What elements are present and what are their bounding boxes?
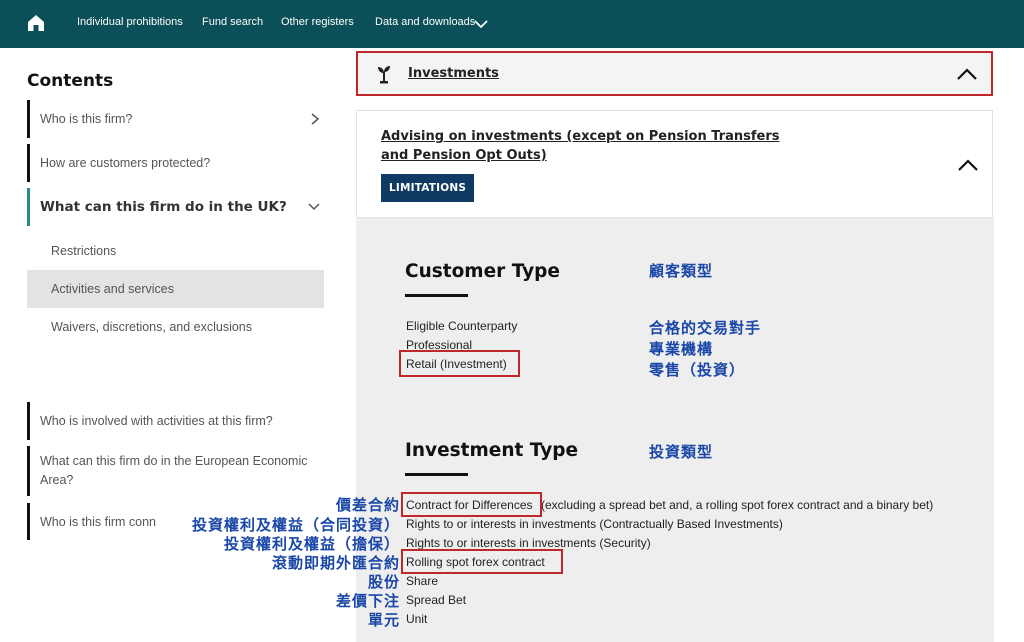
nav-individual-prohibitions[interactable]: Individual prohibitions — [77, 16, 183, 28]
sidebar-subitem-waivers[interactable]: Waivers, discretions, and exclusions — [27, 308, 324, 346]
annotation-investment-row: 滾動即期外匯合約 — [271, 554, 400, 572]
nav-other-registers[interactable]: Other registers — [281, 16, 354, 28]
highlight-box-cfd — [401, 492, 542, 517]
sidebar-item-label: Who is involved with activities at this … — [40, 414, 273, 428]
investment-type-heading: Investment Type — [405, 440, 579, 461]
sidebar-item-customers-protected[interactable]: How are customers protected? — [27, 144, 324, 182]
customer-type-row: Eligible Counterparty — [406, 319, 518, 333]
investment-type-row: Unit — [406, 612, 428, 626]
investments-title: Investments — [408, 66, 499, 81]
sidebar-subitem-restrictions[interactable]: Restrictions — [27, 232, 324, 270]
chevron-down-icon[interactable] — [474, 18, 488, 30]
sidebar-item-what-can-firm-do-uk[interactable]: What can this firm do in the UK? — [27, 188, 324, 226]
investment-type-row: Share — [406, 574, 439, 588]
nav-data-and-downloads[interactable]: Data and downloads — [375, 16, 475, 28]
highlight-box-retail — [399, 350, 520, 377]
annotation-investment-row: 差價下注 — [335, 592, 400, 610]
sidebar-item-label: Who is this firm conn — [40, 514, 157, 529]
annotation-investment-row: 投資權利及權益（擔保） — [223, 535, 400, 553]
sidebar-item-label: What can this firm do in the European Ec… — [40, 454, 308, 487]
annotation-investment-type: 投資類型 — [649, 443, 714, 461]
investments-accordion-header[interactable]: Investments — [356, 51, 993, 96]
annotation-customer-type: 顧客類型 — [649, 262, 714, 280]
advising-accordion[interactable]: Advising on investments (except on Pensi… — [356, 110, 993, 218]
annotation-investment-row: 投資權利及權益（合同投資） — [191, 516, 400, 534]
chevron-up-icon[interactable] — [957, 158, 979, 172]
investment-type-row: Rights to or interests in investments (S… — [406, 536, 651, 550]
sidebar-item-who-is-involved[interactable]: Who is involved with activities at this … — [27, 402, 324, 440]
investment-type-row-qualifier: (excluding a spread bet and, a rolling s… — [541, 498, 934, 512]
contents-heading: Contents — [27, 71, 114, 91]
chevron-right-icon — [311, 113, 320, 125]
sidebar-item-label: How are customers protected? — [40, 156, 211, 170]
chevron-up-icon[interactable] — [956, 67, 978, 81]
home-icon[interactable] — [26, 13, 46, 33]
sidebar-item-european-economic-area[interactable]: What can this firm do in the European Ec… — [27, 446, 324, 496]
nav-fund-search[interactable]: Fund search — [202, 16, 263, 28]
sidebar-subitem-activities-and-services[interactable]: Activities and services — [27, 270, 324, 308]
sprout-icon — [378, 66, 390, 84]
annotation-customer-row: 專業機構 — [649, 340, 714, 358]
annotation-investment-row: 股份 — [367, 573, 400, 591]
annotation-investment-row: 單元 — [367, 611, 400, 629]
annotation-customer-row: 零售（投資） — [649, 361, 746, 379]
investment-type-row: Rights to or interests in investments (C… — [406, 517, 783, 531]
limitations-badge[interactable]: LIMITATIONS — [381, 174, 475, 202]
top-navigation-bar: Individual prohibitions Fund search Othe… — [0, 0, 1024, 48]
sidebar-item-label: What can this firm do in the UK? — [40, 199, 287, 215]
highlight-box-rolling-spot-forex — [401, 549, 563, 574]
sidebar-item-who-is-this-firm[interactable]: Who is this firm? — [27, 100, 324, 138]
heading-underline — [405, 294, 468, 297]
sidebar-item-label: Who is this firm? — [40, 112, 133, 126]
annotation-investment-row: 價差合約 — [335, 496, 400, 514]
annotation-customer-row: 合格的交易對手 — [649, 319, 762, 337]
investment-type-row: Spread Bet — [406, 593, 467, 607]
heading-underline — [405, 473, 468, 476]
customer-type-heading: Customer Type — [405, 261, 560, 282]
advising-title[interactable]: Advising on investments (except on Pensi… — [381, 127, 801, 165]
chevron-down-icon — [308, 203, 320, 211]
